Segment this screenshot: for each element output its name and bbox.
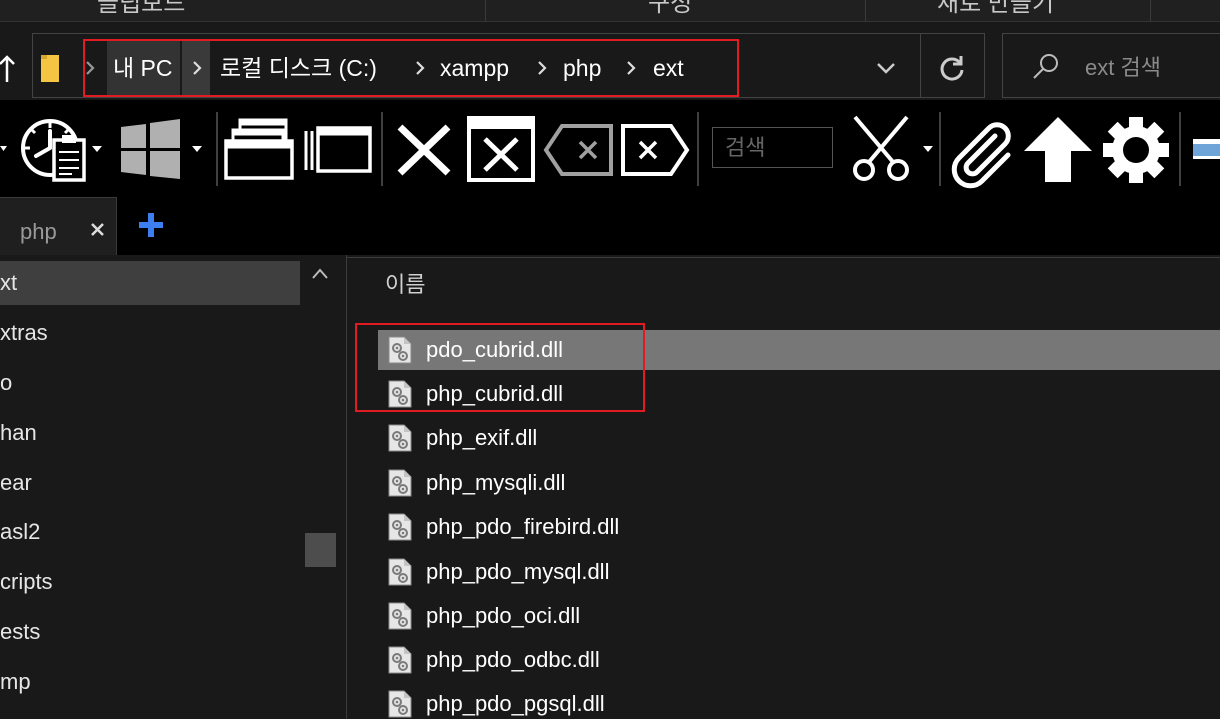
nav-item-label: xt [0, 270, 18, 295]
toolbar-icons [0, 112, 1220, 189]
cascade-windows-icon[interactable] [224, 118, 294, 180]
tab-label: php [20, 219, 57, 244]
delete-icon[interactable] [621, 124, 690, 176]
window-icon[interactable] [304, 126, 372, 173]
file-highlight-box [355, 323, 645, 412]
content-top-border [347, 257, 1220, 258]
file-name: php_mysqli.dll [426, 470, 566, 495]
navigation-pane: xt xtras o han ear asl2 cripts ests mp [0, 255, 346, 719]
nav-item-label: xtras [0, 320, 48, 345]
ribbon-group-new[interactable]: 새로 만들기 [937, 0, 1054, 18]
search-icon [1033, 54, 1058, 79]
toolbar-search-input[interactable] [712, 127, 833, 168]
layout-icon[interactable] [1193, 139, 1220, 159]
address-highlight-box [83, 39, 739, 97]
dll-file-icon [388, 513, 412, 541]
close-icon[interactable] [397, 124, 451, 176]
ribbon-group-clipboard[interactable]: 클립보드 [97, 0, 185, 18]
address-separator [920, 34, 921, 97]
paperclip-icon[interactable] [951, 122, 1011, 189]
nav-item-label: mp [0, 669, 31, 694]
up-arrow-icon[interactable] [1024, 117, 1092, 182]
tab-bar [0, 190, 1220, 255]
scissors-icon[interactable] [853, 115, 909, 181]
nav-item-label: asl2 [0, 519, 41, 544]
dropdown-arrow-icon[interactable] [92, 146, 102, 152]
nav-item[interactable]: han [0, 411, 300, 455]
file-name: php_pdo_mysql.dll [426, 559, 610, 584]
file-row[interactable]: php_mysqli.dll [378, 463, 1220, 503]
properties-icon[interactable] [21, 119, 86, 182]
file-row[interactable]: php_pdo_oci.dll [378, 596, 1220, 636]
file-row[interactable]: php_pdo_mysql.dll [378, 552, 1220, 592]
folder-icon [41, 55, 59, 82]
chevron-down-icon[interactable] [874, 60, 898, 76]
dll-file-icon [388, 646, 412, 674]
file-name: php_pdo_pgsql.dll [426, 691, 605, 716]
dll-file-icon [388, 469, 412, 497]
file-name: php_pdo_firebird.dll [426, 514, 620, 539]
dll-file-icon [388, 602, 412, 630]
pane-divider[interactable] [346, 255, 347, 719]
ribbon-divider [865, 0, 866, 21]
scrollbar-thumb[interactable] [305, 533, 336, 567]
nav-item[interactable]: o [0, 361, 300, 405]
dropdown-arrow-icon[interactable] [0, 146, 7, 151]
nav-item-label: o [0, 370, 13, 395]
nav-item-label: ests [0, 619, 41, 644]
nav-item-label: han [0, 420, 37, 445]
nav-item-label: cripts [0, 569, 53, 594]
column-header-name[interactable]: 이름 [385, 271, 425, 299]
backspace-icon[interactable] [543, 124, 613, 176]
file-row[interactable]: php_pdo_firebird.dll [378, 507, 1220, 547]
nav-item[interactable]: ear [0, 461, 300, 505]
nav-item[interactable]: xtras [0, 311, 300, 355]
dll-file-icon [388, 424, 412, 452]
ribbon-groups: 클립보드 구성 새로 만들기 [0, 0, 1220, 22]
refresh-icon[interactable] [938, 54, 966, 82]
dropdown-arrow-icon[interactable] [923, 146, 933, 152]
nav-item[interactable]: asl2 [0, 510, 300, 554]
dll-file-icon [388, 558, 412, 586]
nav-item[interactable]: xt [0, 261, 300, 305]
nav-item-label: ear [0, 470, 32, 495]
gear-icon[interactable] [1103, 117, 1169, 183]
ribbon-divider [1150, 0, 1151, 21]
close-window-icon[interactable] [467, 116, 535, 182]
file-name: php_pdo_odbc.dll [426, 647, 600, 672]
file-name: php_exif.dll [426, 425, 538, 450]
scroll-up-icon[interactable] [308, 263, 332, 287]
close-icon[interactable] [88, 220, 108, 240]
nav-item[interactable]: ests [0, 610, 300, 654]
nav-item[interactable]: mp [0, 660, 300, 704]
file-name: php_pdo_oci.dll [426, 603, 581, 628]
plus-icon[interactable] [137, 211, 165, 239]
file-explorer-window: 클립보드 구성 새로 만들기 내 PC 로컬 디스크 (C:) xampp ph… [0, 0, 1220, 719]
ribbon-divider [485, 0, 486, 21]
address-search-input[interactable] [1085, 54, 1215, 82]
nav-item[interactable]: cripts [0, 560, 300, 604]
dll-file-icon [388, 690, 412, 718]
ribbon-group-organize[interactable]: 구성 [648, 0, 692, 18]
dropdown-arrow-icon[interactable] [192, 146, 202, 152]
file-row[interactable]: php_exif.dll [378, 418, 1220, 458]
file-row[interactable]: php_pdo_pgsql.dll [378, 684, 1220, 719]
file-row[interactable]: php_pdo_odbc.dll [378, 640, 1220, 680]
windows-icon[interactable] [121, 119, 180, 179]
up-arrow-icon[interactable] [0, 54, 16, 84]
